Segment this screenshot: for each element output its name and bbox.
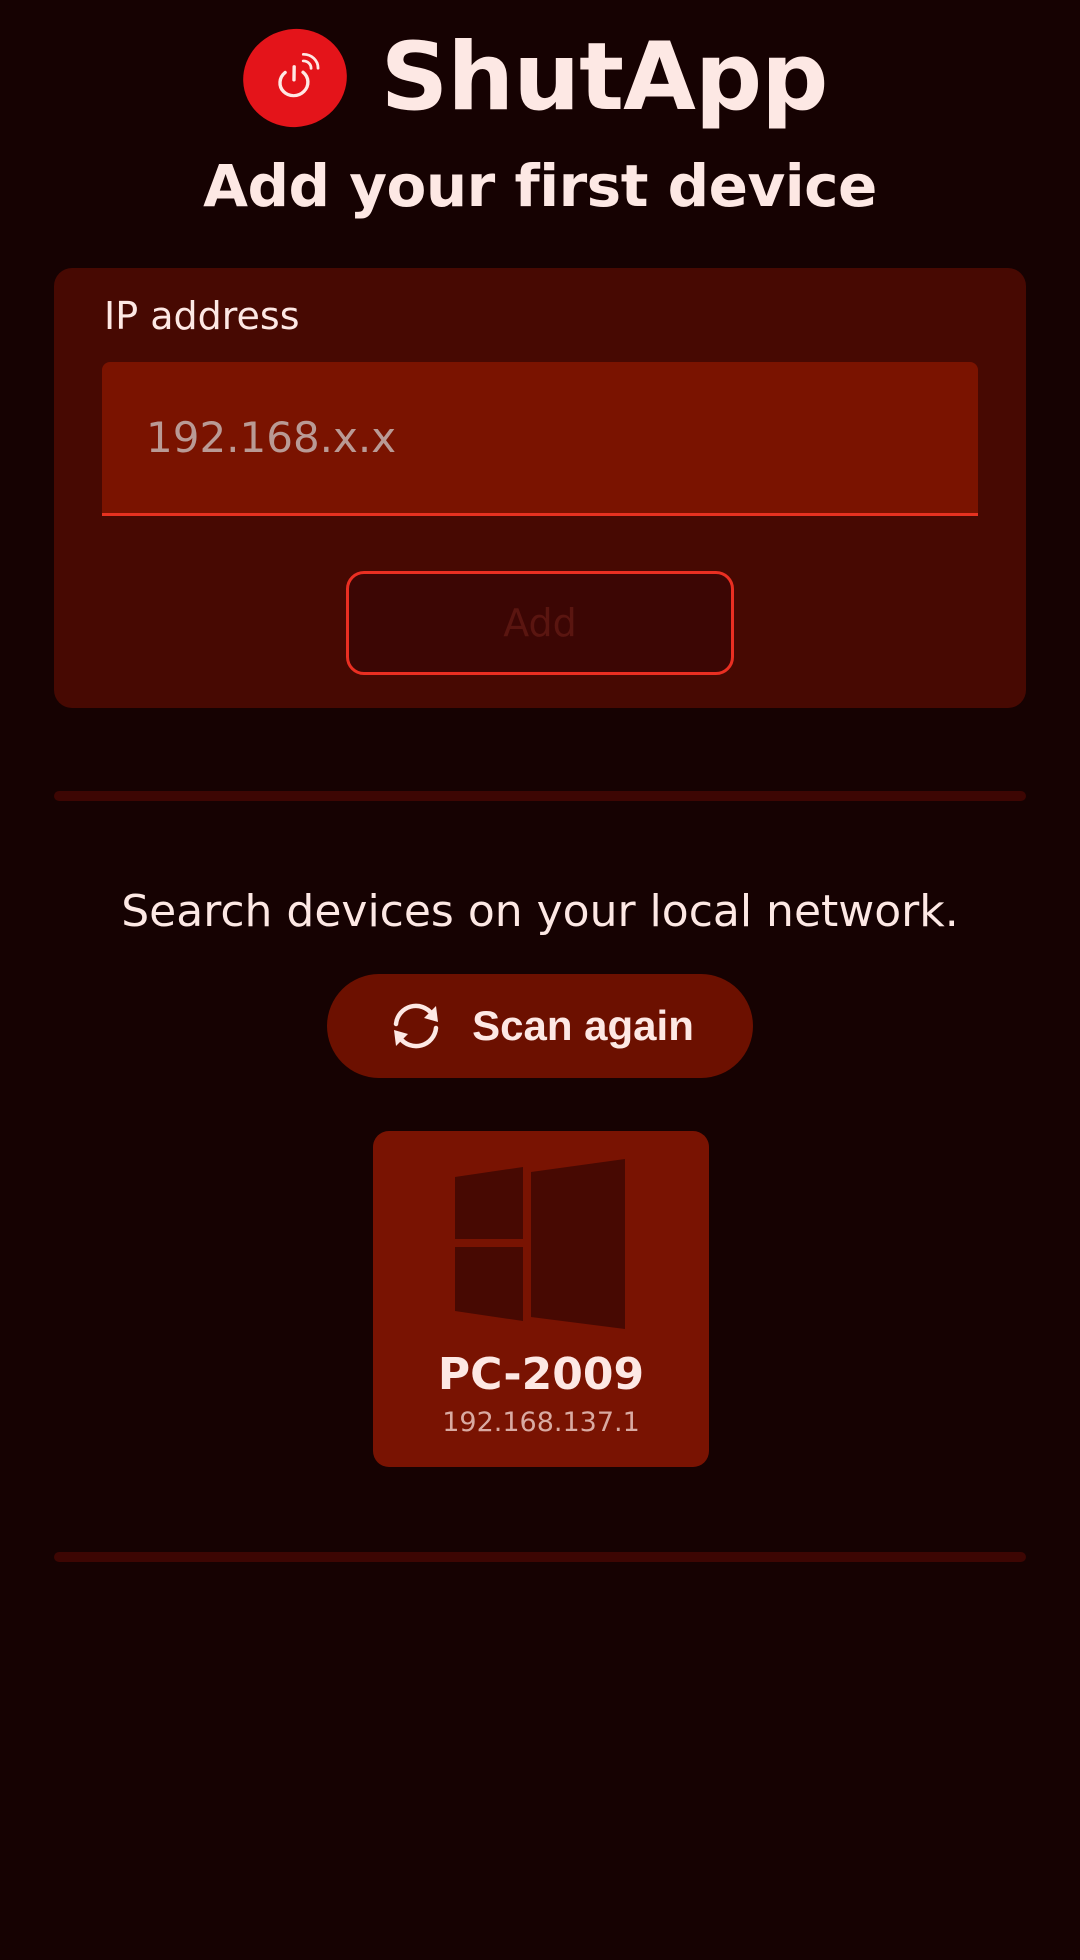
ip-address-field[interactable] (102, 362, 978, 516)
app-title: ShutApp (380, 23, 829, 132)
device-ip: 192.168.137.1 (442, 1407, 640, 1438)
app-header: ShutApp (0, 17, 1080, 139)
ip-address-input[interactable] (146, 413, 978, 462)
refresh-icon (386, 1000, 446, 1052)
page-title: Add your first device (203, 152, 877, 220)
power-wifi-icon (277, 52, 320, 98)
device-tile[interactable]: PC-2009 192.168.137.1 (373, 1131, 709, 1467)
add-device-screen: ShutApp Add your first device IP address… (0, 0, 1080, 1960)
app-logo (232, 17, 357, 139)
add-button[interactable]: Add (346, 571, 734, 675)
device-name: PC-2009 (437, 1349, 645, 1400)
scan-again-label: Scan again (472, 1002, 694, 1049)
ip-address-card: IP address Add (54, 268, 1026, 708)
ip-address-label: IP address (104, 294, 300, 338)
search-description: Search devices on your local network. (121, 886, 959, 937)
windows-icon (455, 1159, 625, 1333)
divider (54, 1552, 1026, 1562)
divider (54, 791, 1026, 801)
scan-again-button[interactable]: Scan again (327, 974, 753, 1078)
